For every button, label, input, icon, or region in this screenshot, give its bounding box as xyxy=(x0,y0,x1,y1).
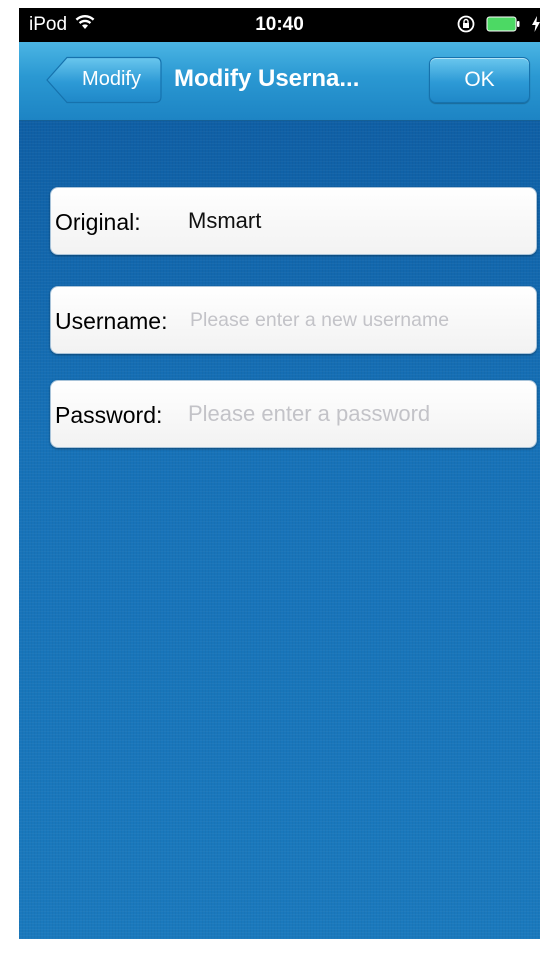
rotation-lock-icon xyxy=(456,14,476,40)
original-username-value: Msmart xyxy=(188,208,262,233)
password-row[interactable]: Password: xyxy=(50,380,537,448)
ok-button[interactable]: OK xyxy=(429,57,530,103)
username-input[interactable] xyxy=(190,287,530,353)
new-username-row[interactable]: Username: xyxy=(50,286,537,354)
status-bar: iPod 10:40 xyxy=(19,8,540,42)
password-input[interactable] xyxy=(188,381,530,447)
original-username-row: Original: Msmart xyxy=(50,187,537,255)
navigation-bar: Modify Modify Userna... OK xyxy=(19,42,540,121)
phone-screen: iPod 10:40 Modify Modify Userna... OK Or… xyxy=(19,8,540,939)
battery-icon xyxy=(486,16,522,38)
main-content: Original: Msmart Username: Password: xyxy=(19,121,540,939)
back-button-label: Modify xyxy=(82,68,141,90)
back-button[interactable]: Modify xyxy=(46,56,162,104)
charging-bolt-icon xyxy=(532,16,540,38)
username-label: Username: xyxy=(55,308,168,334)
page-title: Modify Userna... xyxy=(174,65,360,92)
original-label: Original: xyxy=(55,209,141,235)
password-label: Password: xyxy=(55,402,163,428)
status-right xyxy=(456,14,540,40)
